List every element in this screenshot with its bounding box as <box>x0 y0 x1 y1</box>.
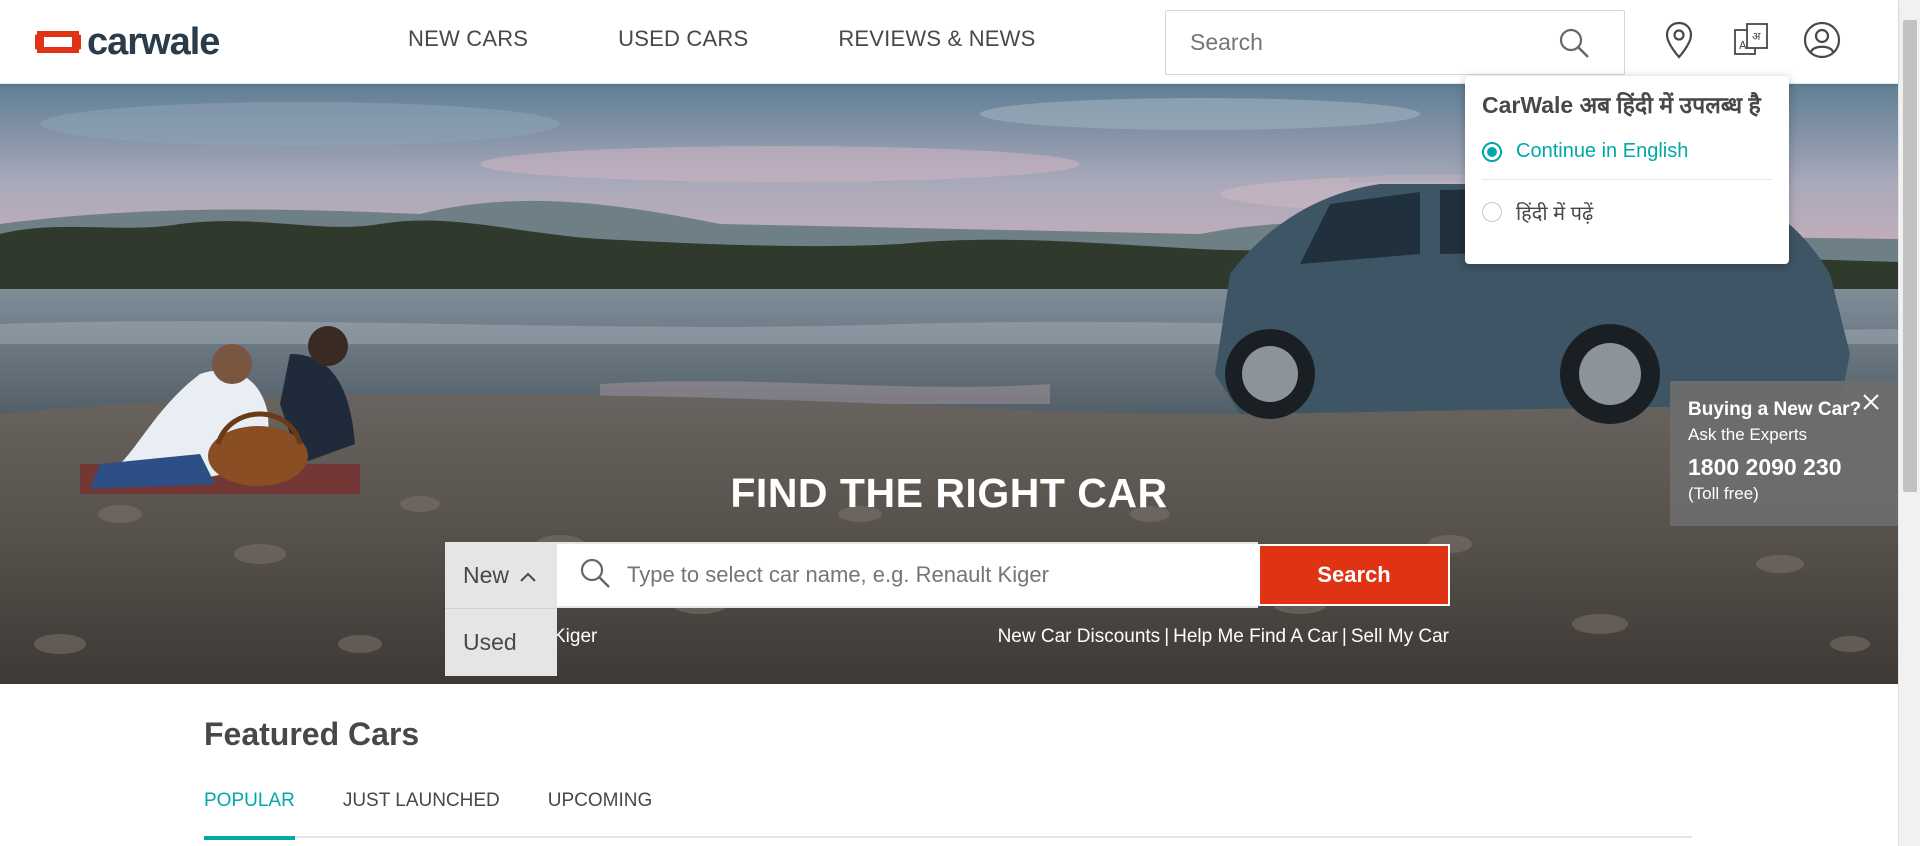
header-search <box>1165 10 1625 75</box>
link-help-find-car[interactable]: Help Me Find A Car <box>1173 626 1338 647</box>
continue-english-option[interactable]: Continue in English <box>1482 124 1772 180</box>
hero-search-button[interactable]: Search <box>1258 544 1450 606</box>
car-name-field <box>557 542 1258 608</box>
expert-phone[interactable]: 1800 2090 230 <box>1688 454 1898 481</box>
radio-unselected-icon[interactable] <box>1482 202 1502 222</box>
link-separator: | <box>1164 626 1170 647</box>
link-sell-my-car[interactable]: Sell My Car <box>1351 626 1449 647</box>
tab-popular[interactable]: POPULAR <box>204 790 295 840</box>
nav-used-cars[interactable]: USED CARS <box>618 26 748 52</box>
car-type-option-used[interactable]: Used <box>445 608 557 676</box>
ask-experts-panel: Buying a New Car? Ask the Experts 1800 2… <box>1670 381 1898 526</box>
close-icon[interactable] <box>1862 393 1880 416</box>
carwale-logo-mark-icon <box>35 27 81 57</box>
expert-note: (Toll free) <box>1688 484 1759 503</box>
svg-text:A: A <box>1739 39 1747 52</box>
page-scrollbar[interactable] <box>1898 0 1920 846</box>
read-in-hindi-label: हिंदी में पढ़ें <box>1516 202 1594 225</box>
language-popup: CarWale अब हिंदी में उपलब्ध है Continue … <box>1465 76 1789 264</box>
main-nav: NEW CARS USED CARS REVIEWS & NEWS <box>408 26 1126 52</box>
read-in-hindi-option[interactable]: हिंदी में पढ़ें <box>1482 180 1772 244</box>
location-pin-icon[interactable] <box>1657 18 1701 62</box>
car-name-input[interactable] <box>611 562 1211 588</box>
nav-reviews-news[interactable]: REVIEWS & NEWS <box>838 26 1035 52</box>
continue-english-label: Continue in English <box>1516 140 1689 162</box>
user-account-icon[interactable] <box>1800 18 1844 62</box>
language-translate-icon[interactable]: Aअ <box>1730 18 1774 62</box>
radio-selected-icon[interactable] <box>1482 141 1502 162</box>
link-separator: | <box>1341 626 1347 647</box>
tab-just-launched[interactable]: JUST LAUNCHED <box>343 790 500 838</box>
nav-new-cars[interactable]: NEW CARS <box>408 26 528 52</box>
language-popup-title: CarWale अब हिंदी में उपलब्ध है <box>1482 92 1761 118</box>
car-type-toggle[interactable]: New <box>445 542 557 608</box>
featured-cars-title: Featured Cars <box>204 716 420 752</box>
expert-subheading: Ask the Experts <box>1688 425 1808 444</box>
car-type-option-label: Used <box>463 629 517 655</box>
search-icon[interactable] <box>1558 27 1590 64</box>
scrollbar-thumb[interactable] <box>1903 20 1917 492</box>
header-search-input[interactable] <box>1166 29 1556 56</box>
search-icon <box>579 557 611 594</box>
car-search-bar: New Search <box>445 542 1450 608</box>
car-type-selected: New <box>463 561 510 588</box>
hero-quick-links: New Car Discounts | Help Me Find A Car | Sel… <box>998 626 1449 648</box>
top-header: carwale NEW CARS USED CARS REVIEWS & NEW… <box>0 0 1898 84</box>
tab-upcoming[interactable]: UPCOMING <box>548 790 653 838</box>
hero-title: FIND THE RIGHT CAR <box>730 470 1168 516</box>
link-new-car-discounts[interactable]: New Car Discounts <box>998 626 1161 647</box>
trending-search-link[interactable]: Kiger <box>553 626 597 648</box>
featured-tabs: POPULAR JUST LAUNCHED UPCOMING <box>204 790 1692 840</box>
chevron-up-icon <box>519 562 537 589</box>
svg-text:अ: अ <box>1752 30 1761 43</box>
logo-wordmark: carwale <box>87 21 220 63</box>
carwale-logo[interactable]: carwale <box>35 21 220 63</box>
